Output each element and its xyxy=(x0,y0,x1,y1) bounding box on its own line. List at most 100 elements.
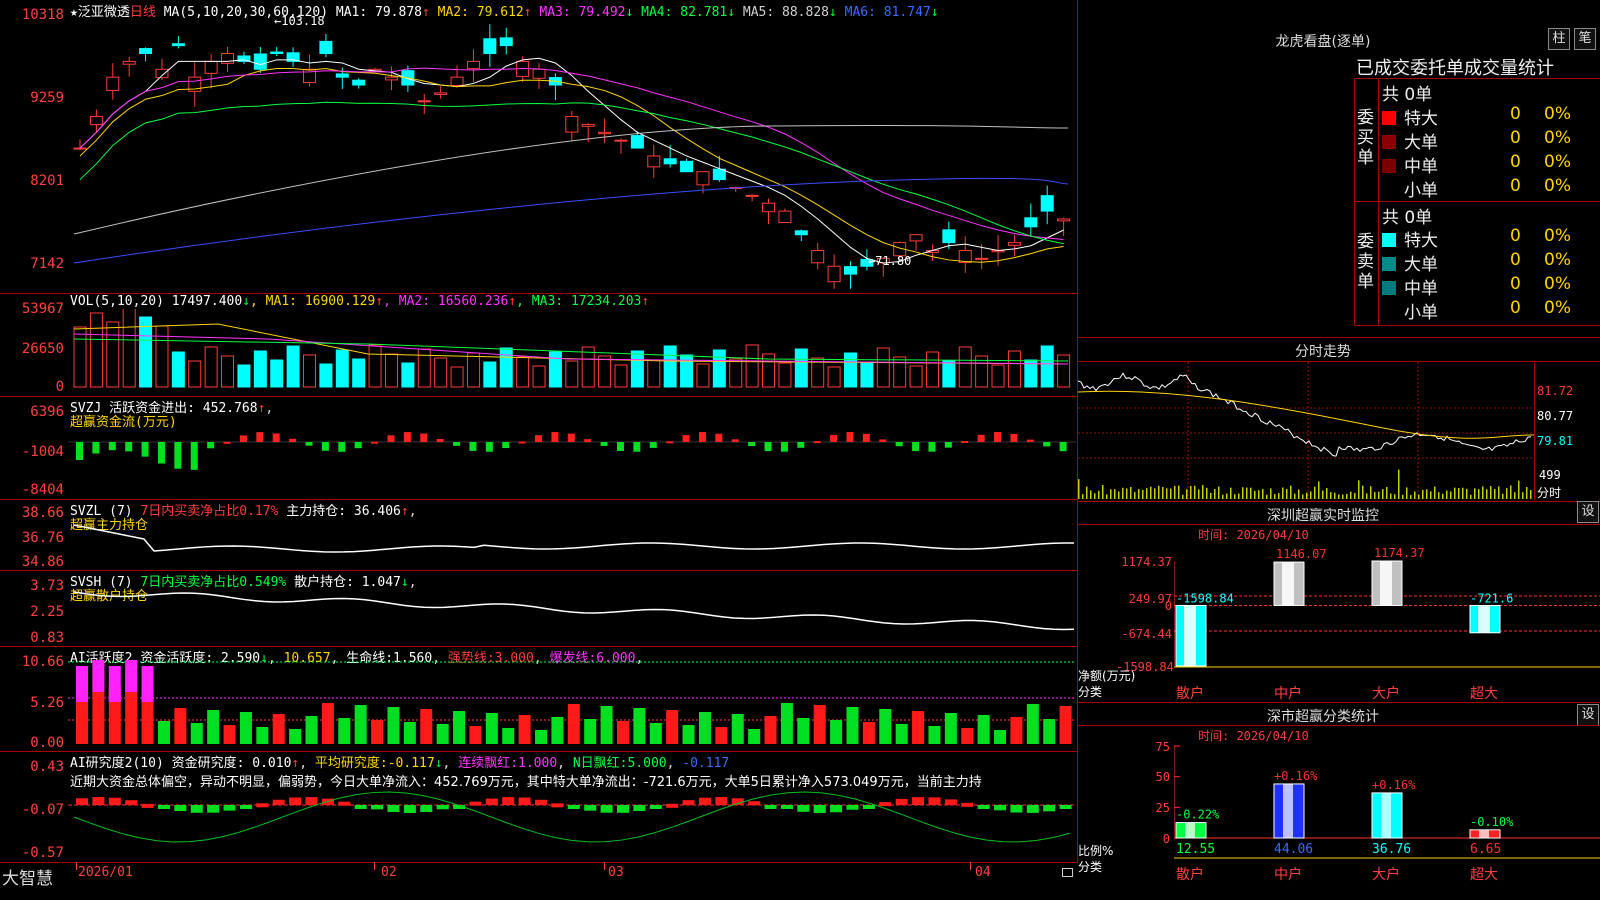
research-bar xyxy=(354,805,367,809)
order-row: 小单 xyxy=(1382,176,1438,201)
activity-bar xyxy=(764,716,777,744)
activity-bar xyxy=(436,724,449,744)
volume-bar xyxy=(991,364,1005,388)
fund-flow-bar xyxy=(912,442,920,452)
fund-flow-bar xyxy=(174,442,182,469)
intraday-volume-bar xyxy=(1326,488,1328,499)
fund-flow-bar xyxy=(289,438,297,442)
research-bars[interactable] xyxy=(68,787,1076,861)
fund-flow-bar xyxy=(108,442,116,451)
intraday-volume-bar xyxy=(1358,480,1360,499)
volume-bar xyxy=(253,350,267,388)
svsh-panel[interactable]: 3.73 2.25 0.83 SVSH (7) 7日内买卖净占比0.549% 散… xyxy=(0,570,1078,647)
y-axis-label: 7142 xyxy=(30,256,64,272)
activity-bars[interactable] xyxy=(68,660,1076,750)
research-bar xyxy=(994,805,1007,811)
fund-flow-bars[interactable] xyxy=(68,414,1076,496)
intraday-volume-bar xyxy=(1234,494,1236,499)
y-axis-label: 5.26 xyxy=(30,695,64,711)
volume-panel[interactable]: 53967 26650 0 VOL(5,10,20) 17497.400↓, M… xyxy=(0,293,1078,397)
research-bar xyxy=(1043,805,1056,812)
main-position-line[interactable] xyxy=(68,517,1076,567)
research-bar xyxy=(272,799,285,805)
y-axis-label: 50 xyxy=(1155,770,1170,784)
volume-bar xyxy=(1057,354,1071,388)
ai-research-title: AI研究度2(10) xyxy=(70,756,164,771)
intraday-panel[interactable]: 分时走势 81.72 80.77 79.81 499 分时 xyxy=(1078,337,1600,502)
ai-research-panel[interactable]: 0.43 -0.07 -0.57 AI研究度2(10) 资金研究度: 0.010… xyxy=(0,751,1078,863)
nday-red-value: 5.000 xyxy=(627,756,667,771)
volume-bar xyxy=(237,364,251,388)
category-label: 大户 xyxy=(1372,867,1400,883)
candlestick-chart[interactable] xyxy=(68,18,1076,290)
order-count: 0 xyxy=(1510,176,1521,196)
intraday-volume-bar xyxy=(1190,485,1192,499)
settings-button[interactable]: 设 xyxy=(1577,704,1599,726)
activity-bar xyxy=(190,723,203,744)
intraday-volume-bar xyxy=(1242,487,1244,499)
volume-bar xyxy=(843,352,857,388)
y-axis-label: 0.00 xyxy=(30,735,64,751)
sz-monitor-bars[interactable]: -1598.84 1146.07 1174.37 -721.6 xyxy=(1174,541,1600,701)
intraday-volume-bar xyxy=(1194,485,1196,499)
intraday-volume-bar xyxy=(1478,489,1480,499)
lock-icon[interactable] xyxy=(1062,868,1073,877)
volume-bar xyxy=(532,365,546,388)
research-bar xyxy=(551,803,564,808)
svzl-panel[interactable]: 38.66 36.76 34.86 SVZL (7) 7日内买卖净占比0.17%… xyxy=(0,499,1078,571)
sz-class-title: 深市超赢分类统计 xyxy=(1267,709,1379,725)
color-swatch xyxy=(1382,111,1396,125)
order-percent: 0% xyxy=(1544,226,1571,246)
buy-total: 共 0单 xyxy=(1382,85,1433,105)
intraday-chart[interactable] xyxy=(1078,362,1534,500)
fund-flow-bar xyxy=(256,432,264,442)
activity-bar xyxy=(961,728,974,744)
main-chart-panel[interactable]: 10318 9259 8201 7142 ★泛亚微透日线 MA(5,10,20,… xyxy=(0,0,1078,294)
sz-monitor-panel[interactable]: 深圳超赢实时监控 设 时间: 2026/04/10 1174.37 249.97… xyxy=(1078,501,1600,703)
ai-activity-panel[interactable]: 10.66 5.26 0.00 AI活跃度2 资金活跃度: 2.590↓, 10… xyxy=(0,646,1078,752)
pen-mode-button[interactable]: 笔 xyxy=(1574,28,1596,50)
order-row: 中单 xyxy=(1382,152,1438,177)
settings-button[interactable]: 设 xyxy=(1577,501,1599,523)
retail-position-line[interactable] xyxy=(68,586,1076,644)
research-bar xyxy=(764,805,777,809)
volume-bar xyxy=(106,321,120,388)
research-bar xyxy=(518,797,531,805)
ma-line xyxy=(79,57,1064,264)
y-axis-label: 25 xyxy=(1155,801,1170,815)
longhu-title: 龙虎看盘(逐单) xyxy=(1275,34,1371,50)
intraday-price-label: 79.81 xyxy=(1537,434,1574,448)
arrow-up-icon: ↑ xyxy=(641,294,650,309)
intraday-volume-bar xyxy=(1510,485,1512,499)
continuous-red-value: 1.000 xyxy=(518,756,558,771)
intraday-volume-bar xyxy=(1130,486,1132,499)
fund-flow-bar xyxy=(436,438,444,442)
position-line xyxy=(73,591,1075,631)
intraday-volume-bar xyxy=(1230,487,1232,499)
activity-bar xyxy=(862,722,875,744)
intraday-volume-bar xyxy=(1350,491,1352,499)
candle-body xyxy=(417,100,431,103)
bar-mode-button[interactable]: 柱 xyxy=(1548,28,1570,50)
intraday-price-label: 81.72 xyxy=(1537,384,1574,398)
intraday-volume-bar xyxy=(1370,486,1372,499)
research-bar xyxy=(305,797,318,805)
fund-flow-bar xyxy=(600,442,608,446)
candle-body xyxy=(762,202,776,213)
brand-logo: 大智慧 xyxy=(2,869,53,889)
volume-bar xyxy=(778,362,792,388)
research-bar xyxy=(338,801,351,806)
intraday-volume-bar xyxy=(1094,493,1096,499)
candle-body xyxy=(89,116,103,126)
svzj-panel[interactable]: 6396 -1004 -8404 SVZJ 活跃资金进出: 452.768↑, … xyxy=(0,396,1078,500)
research-bar xyxy=(633,805,646,812)
order-percent: 0% xyxy=(1544,152,1571,172)
candle-body xyxy=(1024,217,1038,228)
volume-bars[interactable] xyxy=(68,309,1076,389)
sz-class-panel[interactable]: 深市超赢分类统计 设 时间: 2026/04/10 75 50 25 0 比例%… xyxy=(1078,702,1600,900)
intraday-volume-bar xyxy=(1418,494,1420,499)
bar-highlight xyxy=(1283,783,1293,838)
intraday-volume-bar xyxy=(1226,493,1228,499)
ai-research-value: 0.010 xyxy=(252,756,292,771)
y-axis-label: 8201 xyxy=(30,173,64,189)
